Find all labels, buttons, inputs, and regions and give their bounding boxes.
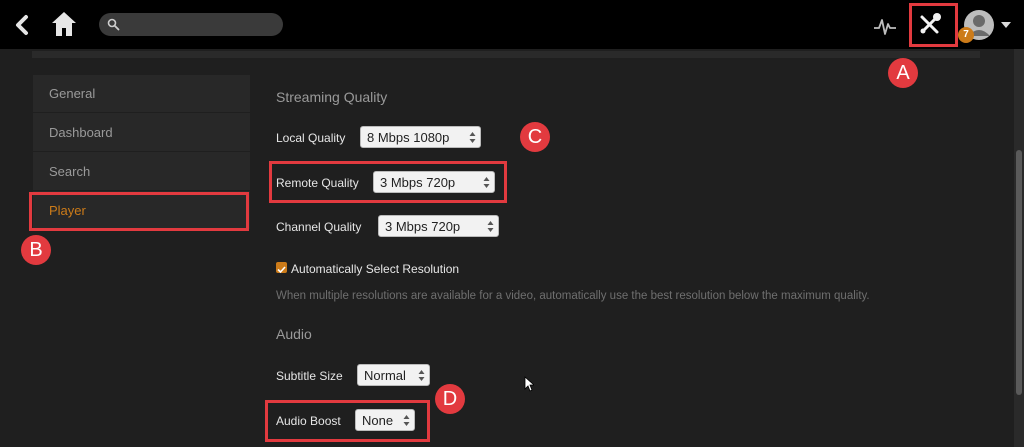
annotation-box-c bbox=[269, 161, 507, 203]
caret-down-icon bbox=[1001, 22, 1011, 28]
select-arrows-icon bbox=[487, 221, 494, 232]
select-arrows-icon bbox=[418, 370, 425, 381]
annotation-marker-d: D bbox=[435, 384, 465, 414]
local-quality-label: Local Quality bbox=[276, 131, 346, 145]
select-arrows-icon bbox=[469, 132, 476, 143]
sidebar-item-dashboard[interactable]: Dashboard bbox=[33, 114, 250, 152]
annotation-box-d bbox=[265, 400, 430, 442]
top-bar: 7 bbox=[0, 0, 1024, 49]
header-divider bbox=[32, 51, 980, 58]
back-icon bbox=[16, 15, 28, 35]
annotation-box-b bbox=[29, 192, 249, 231]
subtitle-size-label: Subtitle Size bbox=[276, 369, 343, 383]
sidebar-item-general[interactable]: General bbox=[33, 75, 250, 113]
channel-quality-select[interactable]: 3 Mbps 720p bbox=[378, 215, 499, 237]
channel-quality-value: 3 Mbps 720p bbox=[385, 219, 461, 234]
mouse-cursor-icon bbox=[524, 376, 534, 392]
activity-icon bbox=[874, 19, 896, 35]
auto-resolution-help: When multiple resolutions are available … bbox=[276, 290, 870, 302]
home-icon bbox=[52, 12, 76, 36]
channel-quality-label: Channel Quality bbox=[276, 220, 362, 234]
notification-badge: 7 bbox=[958, 27, 974, 43]
search-input[interactable] bbox=[99, 13, 283, 36]
audio-heading: Audio bbox=[276, 326, 312, 342]
checkbox-check-icon bbox=[277, 266, 286, 274]
annotation-marker-a: A bbox=[888, 58, 918, 88]
auto-resolution-checkbox[interactable] bbox=[276, 262, 287, 274]
settings-app: 7 General Dashboard Search Player Stream… bbox=[0, 0, 1024, 447]
annotation-marker-b: B bbox=[21, 235, 51, 265]
sidebar-item-search[interactable]: Search bbox=[33, 153, 250, 191]
local-quality-value: 8 Mbps 1080p bbox=[367, 130, 450, 145]
search-icon bbox=[107, 18, 120, 31]
activity-button[interactable] bbox=[873, 14, 897, 36]
local-quality-select[interactable]: 8 Mbps 1080p bbox=[360, 126, 481, 148]
subtitle-size-select[interactable]: Normal bbox=[357, 364, 430, 386]
annotation-marker-c: C bbox=[520, 122, 550, 152]
annotation-box-a bbox=[909, 3, 958, 47]
back-button[interactable] bbox=[12, 12, 34, 38]
home-button[interactable] bbox=[50, 10, 78, 38]
auto-resolution-label[interactable]: Automatically Select Resolution bbox=[291, 262, 459, 276]
subtitle-size-value: Normal bbox=[364, 368, 406, 383]
streaming-quality-heading: Streaming Quality bbox=[276, 89, 388, 105]
scrollbar-thumb[interactable] bbox=[1016, 150, 1022, 395]
